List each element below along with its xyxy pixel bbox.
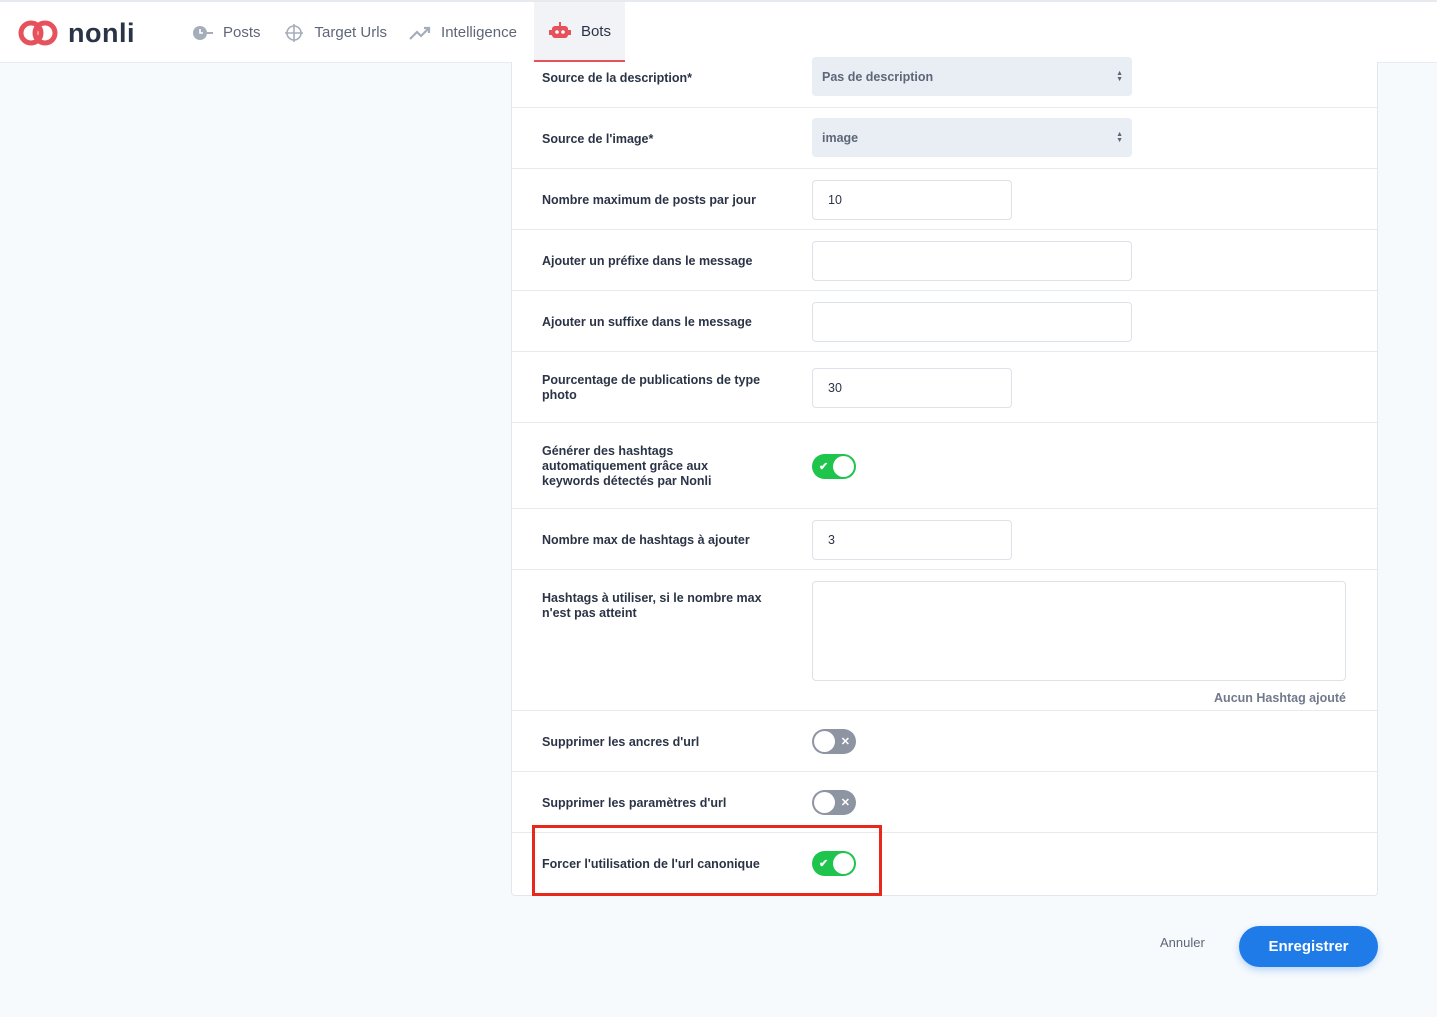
cancel-button[interactable]: Annuler (1160, 935, 1205, 950)
remove-params-label: Supprimer les paramètres d'url (542, 796, 727, 810)
remove-anchors-toggle[interactable]: ✕ (812, 729, 856, 754)
toggle-knob (833, 853, 854, 874)
nav-bots-label: Bots (580, 22, 611, 40)
row-force-canonical: Forcer l'utilisation de l'url canonique … (512, 833, 1377, 895)
nav-posts[interactable]: Posts (186, 2, 272, 63)
close-icon: ✕ (840, 736, 850, 748)
photo-percent-input[interactable]: 30 (812, 368, 1012, 408)
robot-icon (548, 22, 571, 38)
prefix-label: Ajouter un préfixe dans le message (542, 254, 753, 268)
prefix-input[interactable] (812, 241, 1132, 281)
row-photo-percent: Pourcentage de publications de type phot… (512, 352, 1377, 423)
nav-bots[interactable]: Bots (533, 2, 625, 63)
main-nav: Posts Target Urls Intelligence Bots (186, 2, 631, 63)
check-icon: ✔ (819, 858, 829, 870)
nav-intelligence[interactable]: Intelligence (404, 2, 528, 63)
save-button[interactable]: Enregistrer (1239, 926, 1378, 967)
toggle-knob (814, 792, 835, 813)
logo[interactable]: nonli (18, 16, 135, 50)
image-source-value: image (822, 130, 859, 145)
image-source-select[interactable]: image ▲ ▼ (812, 118, 1132, 157)
row-auto-hashtags: Générer des hashtags automatiquement grâ… (512, 423, 1377, 509)
select-arrows-icon: ▲ ▼ (1116, 130, 1123, 144)
trend-icon (409, 26, 431, 40)
auto-hashtags-toggle[interactable]: ✔ (812, 454, 856, 479)
force-canonical-toggle[interactable]: ✔ (812, 851, 856, 876)
row-prefix: Ajouter un préfixe dans le message (512, 230, 1377, 291)
hashtags-label: Hashtags à utiliser, si le nombre max n'… (542, 591, 762, 620)
nonli-logo-icon (18, 20, 58, 46)
nav-posts-label: Posts (223, 24, 261, 41)
crosshair-icon (284, 23, 303, 42)
nav-target-urls-label: Target Urls (314, 24, 388, 41)
clock-icon (193, 25, 213, 40)
row-remove-anchors: Supprimer les ancres d'url ✕ (512, 711, 1377, 772)
suffix-input[interactable] (812, 302, 1132, 342)
row-max-hashtags: Nombre max de hashtags à ajouter 3 (512, 509, 1377, 570)
description-source-label: Source de la description* (542, 71, 693, 85)
image-source-label: Source de l'image* (542, 132, 654, 146)
row-hashtags: Hashtags à utiliser, si le nombre max n'… (512, 570, 1377, 711)
remove-params-toggle[interactable]: ✕ (812, 790, 856, 815)
row-suffix: Ajouter un suffixe dans le message (512, 291, 1377, 352)
nav-intelligence-label: Intelligence (441, 24, 517, 41)
photo-percent-label: Pourcentage de publications de type phot… (542, 373, 761, 402)
nav-target-urls[interactable]: Target Urls (278, 2, 399, 63)
max-hashtags-label: Nombre max de hashtags à ajouter (542, 533, 750, 547)
auto-hashtags-label: Générer des hashtags automatiquement grâ… (542, 444, 712, 488)
description-source-select[interactable]: Pas de description ▲ ▼ (812, 57, 1132, 96)
remove-anchors-label: Supprimer les ancres d'url (542, 735, 700, 749)
hashtags-textarea[interactable] (812, 581, 1346, 681)
row-max-posts: Nombre maximum de posts par jour 10 (512, 169, 1377, 230)
toggle-knob (814, 731, 835, 752)
suffix-label: Ajouter un suffixe dans le message (542, 315, 752, 329)
max-posts-label: Nombre maximum de posts par jour (542, 193, 756, 207)
row-remove-params: Supprimer les paramètres d'url ✕ (512, 772, 1377, 833)
toggle-knob (833, 456, 854, 477)
bot-settings-card: Source de la description* Pas de descrip… (511, 57, 1378, 896)
check-icon: ✔ (819, 461, 829, 473)
force-canonical-label: Forcer l'utilisation de l'url canonique (542, 857, 760, 871)
max-posts-input[interactable]: 10 (812, 180, 1012, 220)
description-source-value: Pas de description (822, 69, 934, 84)
app-name: nonli (68, 17, 135, 48)
close-icon: ✕ (840, 797, 850, 809)
max-hashtags-input[interactable]: 3 (812, 520, 1012, 560)
top-navbar: nonli Posts Target Urls Intelligence Bot… (0, 0, 1437, 63)
row-image-source: Source de l'image* image ▲ ▼ (512, 108, 1377, 169)
row-description-source: Source de la description* Pas de descrip… (512, 57, 1377, 108)
select-arrows-icon: ▲ ▼ (1116, 69, 1123, 83)
hashtags-hint: Aucun Hashtag ajouté (1214, 691, 1346, 705)
